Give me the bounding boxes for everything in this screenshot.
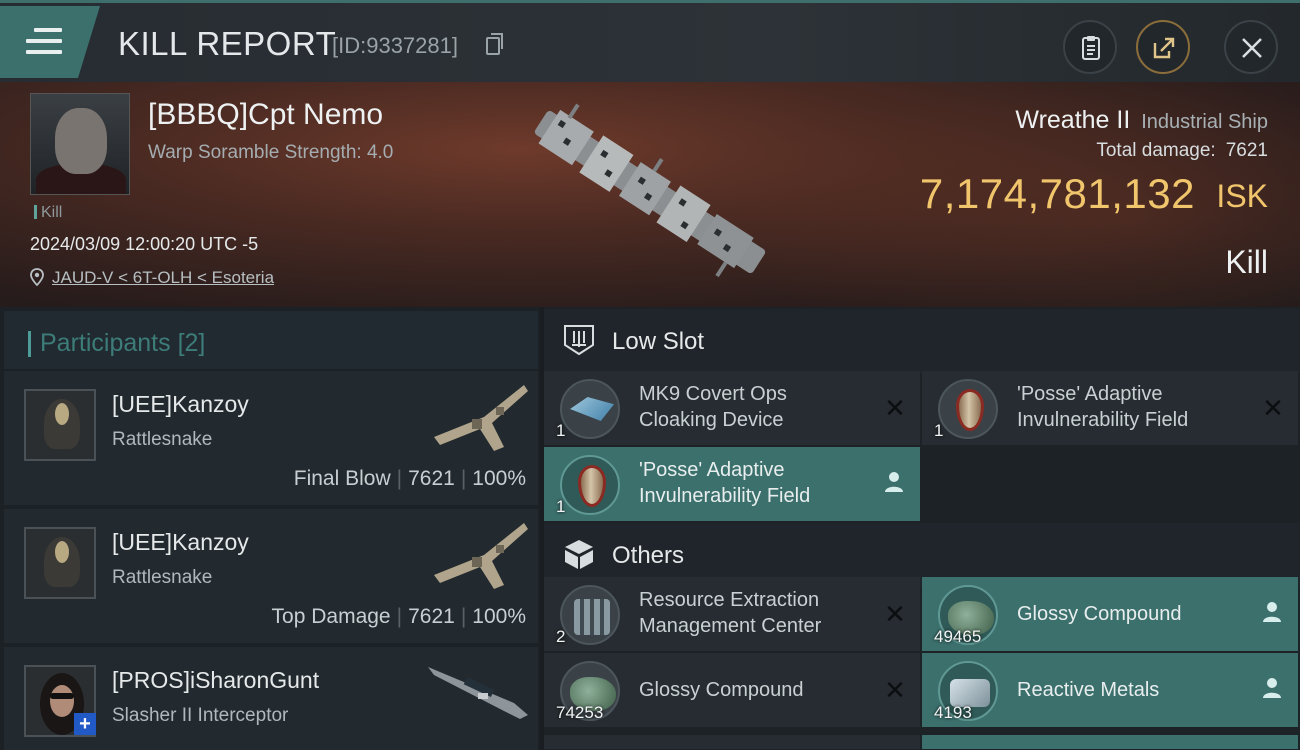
share-button[interactable]: [1136, 20, 1190, 74]
clipboard-button[interactable]: [1063, 20, 1117, 74]
avatar: [24, 527, 96, 599]
kill-datetime: 2024/03/09 12:00:20 UTC -5: [30, 234, 259, 254]
low-slot-header: Low Slot: [544, 309, 1300, 373]
participant-row[interactable]: [UEE]Kanzoy Rattlesnake Final Blow | 7621 |…: [4, 371, 538, 505]
item-name: 'Posse' Adaptive Invulnerability Field: [1017, 383, 1189, 431]
total-damage: Total damage: 7621: [1096, 140, 1268, 161]
share-icon: [1153, 37, 1175, 59]
close-icon: [1242, 38, 1262, 58]
cloaking-device-icon: [560, 379, 620, 439]
participant-ship-image: [428, 667, 528, 719]
participant-name: [PROS]iSharonGunt: [112, 667, 320, 693]
invulnerability-field-icon: [938, 379, 998, 439]
list-item[interactable]: [922, 735, 1298, 749]
dropped-person-icon: [885, 472, 903, 492]
plus-badge-icon: +: [74, 713, 96, 735]
list-item[interactable]: [544, 735, 920, 749]
isk-unit: ISK: [1216, 178, 1268, 214]
items-panel: Low Slot 1 MK9 Covert Ops Cloaking Device…: [544, 307, 1300, 750]
list-item[interactable]: 2 Resource Extraction Management Center ✕: [544, 577, 920, 651]
page-title: KILL REPORT: [118, 25, 337, 62]
victim-avatar[interactable]: [30, 93, 130, 195]
item-name: Reactive Metals: [1017, 679, 1160, 701]
dropped-person-icon: [1263, 678, 1281, 698]
copy-icon[interactable]: [486, 33, 503, 55]
participant-stats: Top Damage | 7621 | 100%: [271, 605, 526, 628]
victim-name[interactable]: [BBBQ]Cpt Nemo: [148, 98, 383, 132]
location-pin-icon: [30, 268, 44, 286]
destroyed-x-icon: ✕: [884, 675, 906, 705]
participants-label: Participants [2]: [27, 329, 206, 357]
ship-name[interactable]: Wreathe II Industrial Ship: [1015, 106, 1268, 135]
station-icon: [560, 585, 620, 645]
list-item[interactable]: 49465 Glossy Compound: [922, 577, 1298, 651]
report-id: [ID:9337281]: [332, 33, 458, 58]
participant-stats: Final Blow | 7621 | 100%: [293, 467, 526, 490]
victim-summary: [BBBQ]Cpt Nemo Warp Soramble Strength: 4…: [0, 82, 1300, 307]
participant-ship-image: [434, 385, 528, 451]
dropped-person-icon: [1263, 602, 1281, 622]
clipboard-icon: [1082, 36, 1100, 60]
participant-ship-image: [434, 523, 528, 589]
participant-name: [UEE]Kanzoy: [112, 529, 249, 555]
participant-ship: Rattlesnake: [112, 567, 213, 588]
participants-header[interactable]: Participants [2]: [4, 311, 538, 369]
kill-result: Kill: [1225, 244, 1268, 280]
close-button[interactable]: [1224, 20, 1278, 74]
isk-value: 7,174,781,132: [919, 170, 1195, 217]
kill-location-link[interactable]: JAUD-V < 6T-OLH < Esoteria: [52, 268, 274, 288]
participant-row[interactable]: [UEE]Kanzoy Rattlesnake Top Damage | 7621 |…: [4, 509, 538, 643]
ship-class: Industrial Ship: [1141, 111, 1268, 133]
item-name: Glossy Compound: [1017, 603, 1182, 625]
menu-button[interactable]: [0, 6, 100, 78]
item-name: Glossy Compound: [639, 679, 804, 701]
list-item[interactable]: 74253 Glossy Compound ✕: [544, 653, 920, 727]
destroyed-x-icon: ✕: [884, 599, 906, 629]
low-slot-icon: [564, 325, 594, 356]
item-name: 'Posse' Adaptive Invulnerability Field: [639, 459, 811, 507]
participant-name: [UEE]Kanzoy: [112, 391, 249, 417]
cargo-box-icon: [565, 540, 593, 569]
kill-tag: Kill: [34, 204, 62, 222]
scramble-strength: Warp Soramble Strength: 4.0: [148, 142, 394, 163]
destroyed-x-icon: ✕: [1262, 393, 1284, 423]
avatar: [24, 389, 96, 461]
list-item[interactable]: 1 MK9 Covert Ops Cloaking Device ✕: [544, 371, 920, 445]
participant-ship: Slasher II Interceptor: [112, 705, 289, 726]
item-name: MK9 Covert Ops Cloaking Device: [639, 383, 787, 431]
invulnerability-field-icon: [560, 455, 620, 515]
participant-ship: Rattlesnake: [112, 429, 213, 450]
item-name: Resource Extraction Management Center: [639, 589, 822, 637]
list-item[interactable]: 1 'Posse' Adaptive Invulnerability Field: [544, 447, 920, 521]
participant-row[interactable]: + [PROS]iSharonGunt Slasher II Intercept…: [4, 647, 538, 750]
destroyed-x-icon: ✕: [884, 393, 906, 423]
list-item[interactable]: 1 'Posse' Adaptive Invulnerability Field …: [922, 371, 1298, 445]
menu-icon: [26, 28, 62, 61]
victim-ship-image[interactable]: [510, 92, 790, 292]
participants-panel: Participants [2] [UEE]Kanzoy Rattlesnake…: [0, 307, 540, 750]
list-item[interactable]: 4193 Reactive Metals: [922, 653, 1298, 727]
title-bar: KILL REPORT [ID:9337281]: [0, 0, 1300, 82]
